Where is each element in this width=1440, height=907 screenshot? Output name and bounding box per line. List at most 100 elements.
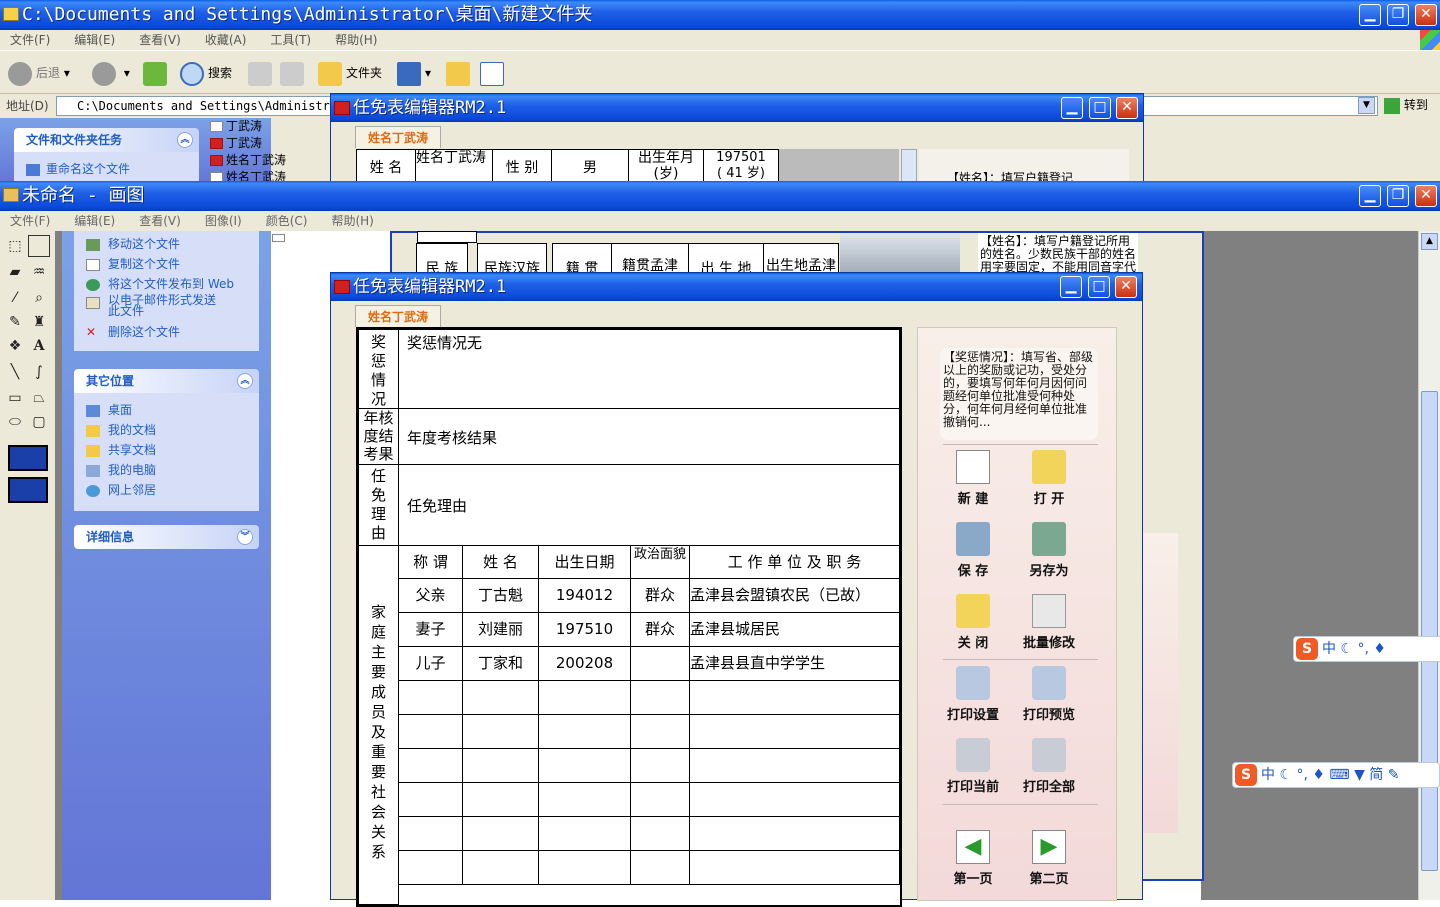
family-cell[interactable] bbox=[538, 680, 631, 715]
scrollbar[interactable] bbox=[901, 149, 917, 185]
family-cell[interactable] bbox=[689, 816, 900, 851]
family-cell[interactable]: 孟津县城居民 bbox=[689, 612, 900, 647]
views-button[interactable]: ▾ bbox=[397, 59, 431, 87]
moon-icon[interactable]: ☾ bbox=[1279, 767, 1292, 783]
ellipse-icon[interactable]: ⬭ bbox=[4, 411, 26, 433]
new-button[interactable]: 新 建 bbox=[938, 446, 1008, 518]
print-all-button[interactable]: 打印全部 bbox=[1014, 734, 1084, 806]
close-button[interactable]: ✕ bbox=[1415, 4, 1437, 26]
family-cell[interactable]: 孟津县县直中学学生 bbox=[689, 646, 900, 681]
rewards-field[interactable]: 奖惩情况无 bbox=[398, 329, 900, 409]
tab-person[interactable]: 姓名丁武涛 bbox=[355, 126, 441, 148]
minimize-button[interactable]: ▁ bbox=[1061, 97, 1083, 119]
tool-option-icon[interactable] bbox=[8, 445, 48, 471]
open-button[interactable]: 打 开 bbox=[1014, 446, 1084, 518]
birth-value[interactable]: 197501( 41 岁) bbox=[703, 149, 779, 185]
family-cell[interactable]: 群众 bbox=[630, 578, 690, 613]
menu-edit[interactable]: 编辑(E) bbox=[74, 211, 115, 231]
family-cell[interactable] bbox=[462, 748, 539, 783]
ime-simplified[interactable]: 简 bbox=[1369, 767, 1383, 783]
family-cell[interactable] bbox=[398, 714, 463, 749]
moon-icon[interactable]: ☾ bbox=[1340, 641, 1353, 657]
search-button[interactable]: 搜索 bbox=[180, 59, 232, 87]
forward-button[interactable]: ▾ bbox=[92, 59, 130, 87]
family-cell[interactable] bbox=[538, 782, 631, 817]
menu-file[interactable]: 文件(F) bbox=[10, 30, 50, 50]
family-cell[interactable] bbox=[689, 680, 900, 715]
ime-chinese-mode[interactable]: 中 bbox=[1261, 767, 1275, 783]
place-shared-documents[interactable]: 共享文档 bbox=[86, 441, 156, 458]
page-two-button[interactable]: ▶ 第二页 bbox=[1014, 826, 1084, 898]
family-cell[interactable]: 刘建丽 bbox=[462, 612, 539, 647]
print-current-button[interactable]: 打印当前 bbox=[938, 734, 1008, 806]
minimize-button[interactable]: ▁ bbox=[1060, 276, 1082, 298]
menu-edit[interactable]: 编辑(E) bbox=[74, 30, 115, 50]
batch-edit-button[interactable]: 批量修改 bbox=[1014, 590, 1084, 662]
family-cell[interactable] bbox=[398, 748, 463, 783]
family-cell[interactable] bbox=[630, 748, 690, 783]
rename-task-link[interactable]: 重命名这个文件 bbox=[26, 160, 130, 177]
ime-toolbar-full[interactable]: S中 ☾ °, ♦ ⌨ ▼ 简 ✎ bbox=[1232, 762, 1440, 788]
family-cell[interactable] bbox=[689, 714, 900, 749]
menu-view[interactable]: 查看(V) bbox=[139, 211, 181, 231]
back-editor-titlebar[interactable]: 任免表编辑器RM2.1 ▁ □ ✕ bbox=[331, 94, 1143, 122]
rounded-rect-icon[interactable]: ▢ bbox=[28, 411, 50, 433]
fill-icon[interactable]: ♒ bbox=[28, 261, 50, 283]
eraser-icon[interactable]: ▰ bbox=[4, 261, 26, 283]
family-cell[interactable] bbox=[630, 680, 690, 715]
details-header[interactable]: 详细信息 ︾ bbox=[74, 525, 259, 549]
file-item[interactable]: 丁武涛 bbox=[210, 117, 262, 134]
family-cell[interactable]: 孟津县会盟镇农民（已故） bbox=[689, 578, 900, 613]
family-cell[interactable] bbox=[398, 782, 463, 817]
family-cell[interactable]: 丁古魁 bbox=[462, 578, 539, 613]
name-value[interactable]: 姓名丁武涛 bbox=[415, 149, 493, 185]
punctuation-icon[interactable]: °, bbox=[1296, 767, 1307, 783]
family-cell[interactable]: 父亲 bbox=[398, 578, 463, 613]
email-task-link[interactable]: 以电子邮件形式发送此文件 bbox=[86, 294, 226, 317]
picker-icon[interactable]: ⁄ bbox=[4, 287, 26, 309]
close-button[interactable]: ✕ bbox=[1116, 97, 1138, 119]
keyboard-icon[interactable]: ⌨ bbox=[1329, 767, 1349, 783]
chevron-up-icon[interactable]: ︽ bbox=[177, 132, 193, 148]
family-cell[interactable]: 194012 bbox=[538, 578, 631, 613]
family-cell[interactable] bbox=[630, 850, 690, 885]
brush-icon[interactable]: ♜ bbox=[28, 311, 50, 333]
chevron-down-icon[interactable]: ︾ bbox=[237, 529, 253, 545]
family-cell[interactable] bbox=[689, 850, 900, 885]
punctuation-icon[interactable]: °, bbox=[1357, 641, 1368, 657]
place-desktop[interactable]: 桌面 bbox=[86, 401, 132, 418]
file-item[interactable]: 丁武涛 bbox=[210, 134, 262, 151]
text-icon[interactable]: A bbox=[28, 335, 50, 357]
move-task-link[interactable]: 移动这个文件 bbox=[86, 235, 180, 252]
family-cell[interactable] bbox=[538, 850, 631, 885]
magnifier-icon[interactable]: ⌕ bbox=[28, 287, 50, 309]
family-cell[interactable] bbox=[398, 850, 463, 885]
chevron-up-icon[interactable]: ︽ bbox=[237, 373, 253, 389]
assessment-field[interactable]: 年度考核结果 bbox=[398, 408, 900, 465]
print-setup-button[interactable]: 打印设置 bbox=[938, 662, 1008, 734]
checklist-button[interactable] bbox=[480, 59, 508, 87]
page-one-button[interactable]: ◀ 第一页 bbox=[938, 826, 1008, 898]
family-cell[interactable]: 儿子 bbox=[398, 646, 463, 681]
family-cell[interactable] bbox=[689, 748, 900, 783]
publish-task-link[interactable]: 将这个文件发布到 Web bbox=[86, 275, 234, 292]
tab-person[interactable]: 姓名丁武涛 bbox=[355, 305, 441, 327]
file-tasks-header[interactable]: 文件和文件夹任务 ︽ bbox=[14, 128, 199, 152]
back-button[interactable]: 后退 ▾ bbox=[8, 59, 70, 87]
move-to-button[interactable] bbox=[248, 59, 276, 87]
place-network[interactable]: 网上邻居 bbox=[86, 481, 156, 498]
paint-scrollbar[interactable]: ▲ bbox=[1418, 231, 1440, 900]
restore-button[interactable]: ❐ bbox=[1387, 185, 1409, 207]
free-select-icon[interactable]: ⬚ bbox=[4, 235, 26, 257]
paint-titlebar[interactable]: 未命名 - 画图 ▁ ❐ ✕ bbox=[0, 181, 1440, 211]
close-file-button[interactable]: 关 闭 bbox=[938, 590, 1008, 662]
menu-colors[interactable]: 颜色(C) bbox=[266, 211, 308, 231]
family-cell[interactable] bbox=[689, 782, 900, 817]
family-cell[interactable] bbox=[630, 782, 690, 817]
family-cell[interactable] bbox=[538, 748, 631, 783]
family-cell[interactable] bbox=[462, 714, 539, 749]
copy-task-link[interactable]: 复制这个文件 bbox=[86, 255, 180, 272]
menu-image[interactable]: 图像(I) bbox=[205, 211, 242, 231]
rectangle-icon[interactable]: ▭ bbox=[4, 387, 26, 409]
line-icon[interactable]: ╲ bbox=[4, 361, 26, 383]
